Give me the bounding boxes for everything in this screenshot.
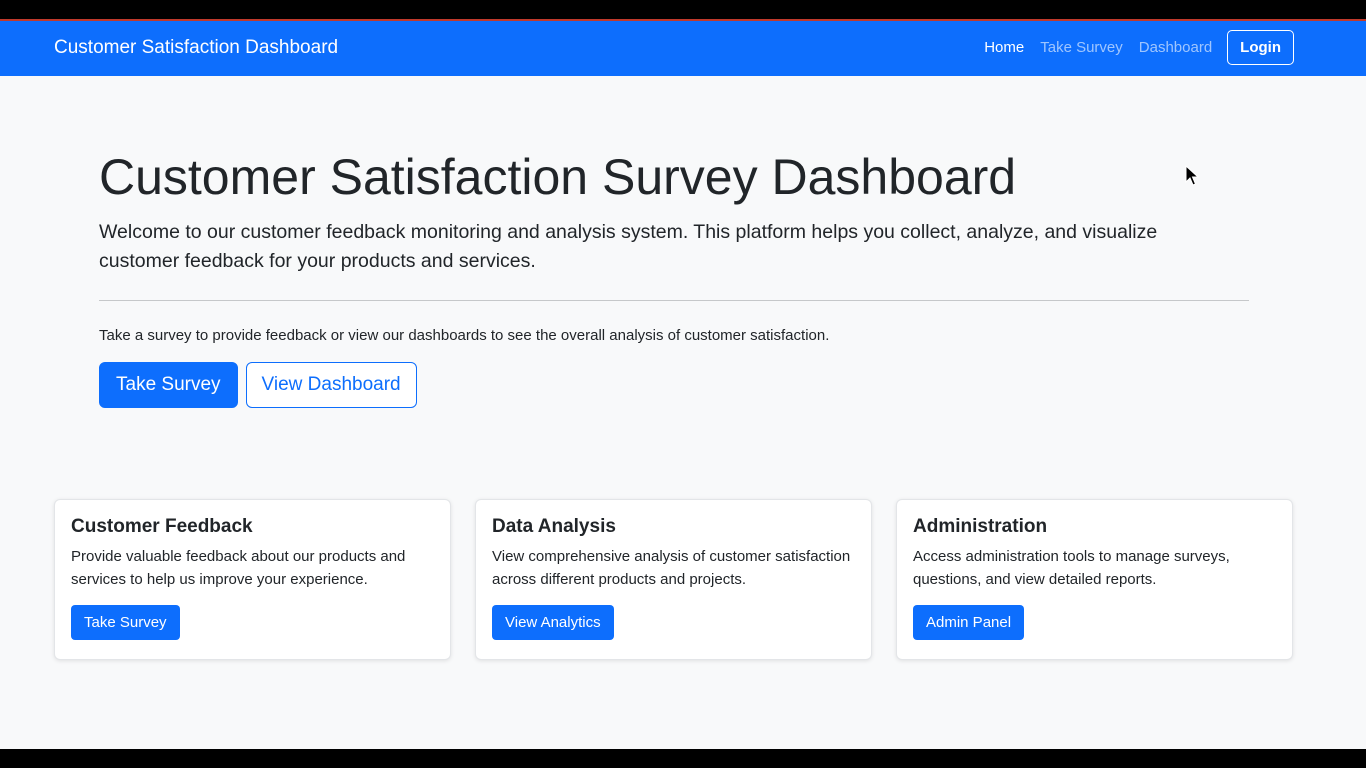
card-administration: Administration Access administration too…: [896, 499, 1293, 660]
navbar: Customer Satisfaction Dashboard Home Tak…: [0, 19, 1366, 76]
view-analytics-button[interactable]: View Analytics: [492, 605, 614, 640]
nav-link-home[interactable]: Home: [984, 38, 1024, 58]
nav-links: Home Take Survey Dashboard Login: [968, 30, 1294, 65]
mouse-cursor-icon: [1185, 165, 1199, 186]
navbar-brand[interactable]: Customer Satisfaction Dashboard: [54, 37, 338, 59]
take-survey-button[interactable]: Take Survey: [99, 362, 238, 408]
nav-link-dashboard[interactable]: Dashboard: [1139, 38, 1212, 58]
card-customer-feedback: Customer Feedback Provide valuable feedb…: [54, 499, 451, 660]
feature-cards: Customer Feedback Provide valuable feedb…: [54, 499, 1293, 660]
hero-section: Customer Satisfaction Survey Dashboard W…: [99, 146, 1249, 408]
card-data-analysis: Data Analysis View comprehensive analysi…: [475, 499, 872, 660]
card-title: Administration: [913, 516, 1048, 537]
card-title: Customer Feedback: [71, 516, 253, 537]
nav-link-take-survey[interactable]: Take Survey: [1040, 38, 1123, 58]
card-take-survey-button[interactable]: Take Survey: [71, 605, 180, 640]
login-button[interactable]: Login: [1227, 30, 1294, 65]
card-text: Provide valuable feedback about our prod…: [71, 548, 406, 588]
card-text: View comprehensive analysis of customer …: [492, 548, 851, 588]
hero-subtext: Take a survey to provide feedback or vie…: [99, 327, 830, 344]
hero-buttons: Take Survey View Dashboard: [99, 362, 1249, 408]
letterbox-top: [0, 0, 1366, 19]
view-dashboard-button[interactable]: View Dashboard: [245, 362, 417, 408]
card-title: Data Analysis: [492, 516, 616, 537]
divider: [99, 300, 1249, 301]
admin-panel-button[interactable]: Admin Panel: [913, 605, 1025, 640]
card-text: Access administration tools to manage su…: [913, 548, 1230, 588]
browser-viewport: Customer Satisfaction Dashboard Home Tak…: [0, 19, 1366, 749]
hero-lead: Welcome to our customer feedback monitor…: [99, 221, 1158, 272]
page-title: Customer Satisfaction Survey Dashboard: [99, 149, 1017, 205]
letterbox-bottom: [0, 749, 1366, 768]
